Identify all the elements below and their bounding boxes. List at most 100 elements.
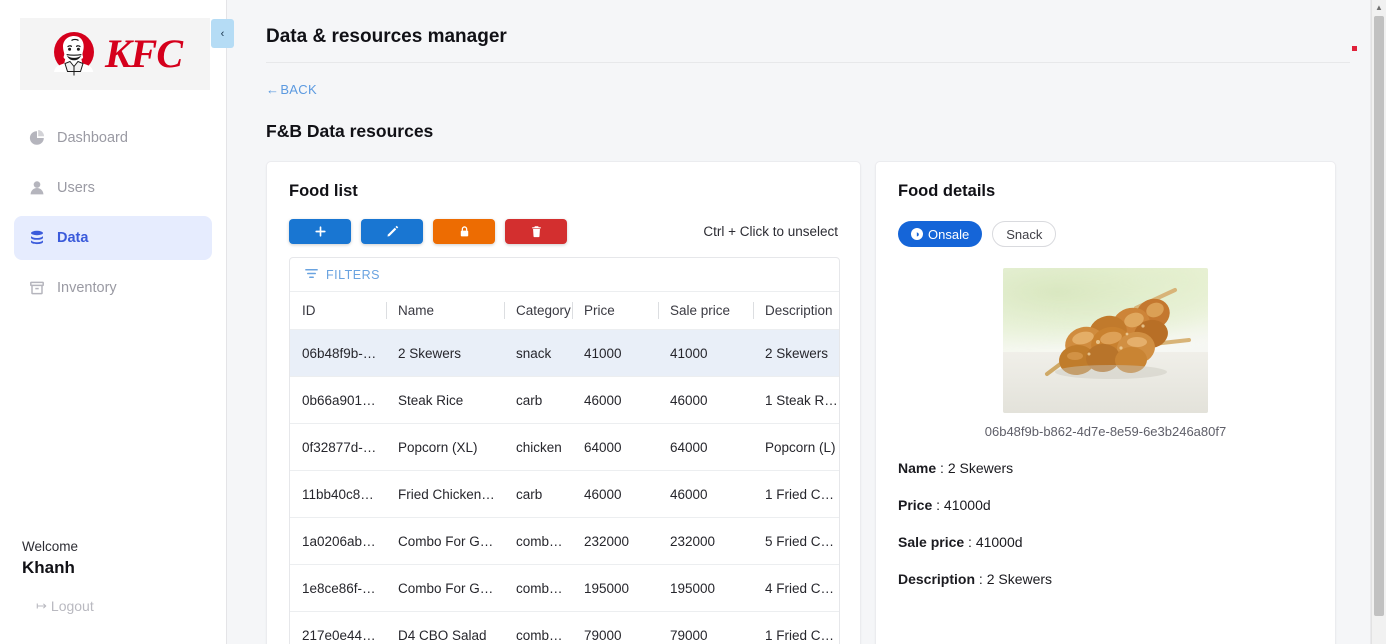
detail-label: Description [898,571,976,587]
app-root: KFC Dashboard Users Data Inventory Welco… [0,0,1386,644]
detail-value: 41000d [943,497,991,513]
column-header-sale-price[interactable]: Sale price [658,291,753,330]
cell-category: carb [504,376,572,424]
column-header-id[interactable]: ID [290,291,386,330]
cell-id: 06b48f9b-… [290,329,386,377]
brand-logo: KFC [20,18,210,90]
lock-button[interactable] [433,219,495,244]
detail-label: Price [898,497,933,513]
detail-value: 41000d [975,534,1023,550]
cell-id: 11bb40c8… [290,470,386,518]
table-row[interactable]: 06b48f9b-… 2 Skewers snack 41000 41000 2… [290,329,839,377]
notification-dot [1352,46,1357,51]
table-row[interactable]: 0f32877d-… Popcorn (XL) chicken 64000 64… [290,423,839,471]
sidebar-item-label: Data [57,230,89,246]
food-list-toolbar: Ctrl + Click to unselect [289,219,840,244]
pie-chart-icon [28,130,45,147]
cell-sale-price: 195000 [658,564,753,612]
table-row[interactable]: 1a0206ab… Combo For G… comb… 232000 2320… [290,517,839,565]
column-header-price[interactable]: Price [572,291,658,330]
detail-price: Price : 41000d [898,497,991,513]
sidebar-item-dashboard[interactable]: Dashboard [14,116,212,160]
chevron-left-icon: ‹ [220,27,225,40]
cell-category: comb… [504,611,572,644]
cell-price: 195000 [572,564,658,612]
cell-sale-price: 79000 [658,611,753,644]
food-uuid: 06b48f9b-b862-4d7e-8e59-6e3b246a80f7 [984,424,1227,439]
page-scrollbar[interactable]: ▲ [1371,0,1386,644]
cell-sale-price: 41000 [658,329,753,377]
detail-value: 2 Skewers [986,571,1053,587]
cell-sale-price: 64000 [658,423,753,471]
detail-label: Name [898,460,937,476]
category-badge-snack[interactable]: Snack [992,221,1057,247]
sidebar-collapse-button[interactable]: ‹ [211,19,234,48]
sidebar-item-inventory[interactable]: Inventory [14,266,212,310]
add-button[interactable] [289,219,351,244]
sidebar: KFC Dashboard Users Data Inventory Welco… [0,0,234,644]
cell-description: 4 Fried C… [753,564,839,612]
user-name: Khanh [22,558,75,577]
food-image [1003,268,1208,413]
table-row[interactable]: 217e0e44… D4 CBO Salad comb… 79000 79000… [290,611,839,644]
scroll-up-arrow-icon[interactable]: ▲ [1372,0,1386,15]
back-label: BACK [280,82,317,97]
scrollbar-thumb[interactable] [1374,16,1384,616]
filters-button[interactable]: FILTERS [290,258,839,291]
database-icon [28,230,45,247]
delete-button[interactable] [505,219,567,244]
column-header-category[interactable]: Category [504,291,572,330]
cell-category: chicken [504,423,572,471]
skewer-illustration [1045,288,1191,379]
lock-icon [458,225,471,238]
archive-icon [28,280,45,297]
cell-sale-price: 232000 [658,517,753,565]
cell-name: Combo For G… [386,517,504,565]
pencil-icon [386,225,399,238]
cell-category: comb… [504,564,572,612]
cell-price: 79000 [572,611,658,644]
sidebar-item-users[interactable]: Users [14,166,212,210]
kfc-wordmark: KFC [104,31,183,76]
chip-label: Onsale [928,226,970,242]
edit-button[interactable] [361,219,423,244]
sidebar-item-label: Dashboard [57,130,128,146]
status-dot-icon: ◑ [911,228,923,240]
sidebar-item-label: Users [57,180,95,196]
unselect-hint: Ctrl + Click to unselect [703,224,838,239]
table-row[interactable]: 0b66a901… Steak Rice carb 46000 46000 1 … [290,376,839,424]
cell-price: 46000 [572,470,658,518]
sidebar-nav: Dashboard Users Data Inventory [0,116,226,310]
detail-description: Description : 2 Skewers [898,571,1053,587]
cell-price: 232000 [572,517,658,565]
back-link[interactable]: ← BACK [266,82,317,97]
column-header-name[interactable]: Name [386,291,504,330]
food-list-card: Food list Ctrl + Click to unselect FILTE… [266,161,861,644]
cell-name: D4 CBO Salad [386,611,504,644]
food-details-title: Food details [898,182,996,200]
table-row[interactable]: 1e8ce86f-… Combo For G… comb… 195000 195… [290,564,839,612]
cell-description: 1 Fried C… [753,611,839,644]
status-badge-onsale[interactable]: ◑ Onsale [898,221,983,247]
cell-name: Combo For G… [386,564,504,612]
welcome-label: Welcome [22,539,79,554]
cell-id: 217e0e44… [290,611,386,644]
chip-label: Snack [1006,226,1043,242]
sidebar-item-data[interactable]: Data [14,216,212,260]
cell-description: 1 Steak R… [753,376,839,424]
food-details-chips: ◑ Onsale Snack [898,221,1313,247]
cell-id: 1e8ce86f-… [290,564,386,612]
cell-sale-price: 46000 [658,470,753,518]
cell-name: Popcorn (XL) [386,423,504,471]
food-table-body: 06b48f9b-… 2 Skewers snack 41000 41000 2… [290,329,839,644]
cell-price: 41000 [572,329,658,377]
food-list-title: Food list [289,182,358,200]
table-header-row: ID Name Category Price Sale price Descri… [290,291,839,330]
column-header-description[interactable]: Description [753,291,839,330]
cell-name: 2 Skewers [386,329,504,377]
colonel-sanders-icon [53,32,94,76]
logout-button[interactable]: ↦ Logout [22,598,226,614]
table-row[interactable]: 11bb40c8… Fried Chicken… carb 46000 4600… [290,470,839,518]
main-content: Data & resources manager ← BACK F&B Data… [227,0,1386,644]
logout-label: Logout [50,598,94,614]
